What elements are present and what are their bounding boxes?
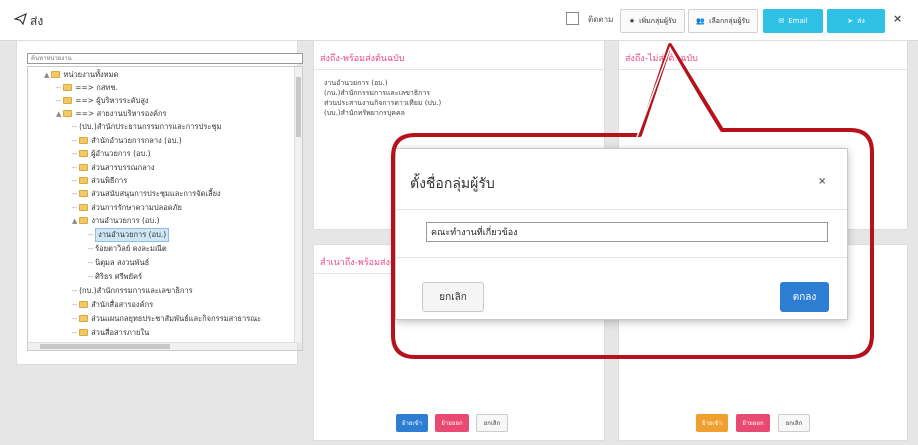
tree-item[interactable]: -- สำนักสื่อสารองค์กร bbox=[72, 298, 153, 311]
dialog-title: ตั้งชื่อกลุ่มผู้รับ bbox=[410, 176, 495, 192]
panel-title: ส่งถึง-ไม่ส่งต้นฉบับ bbox=[625, 54, 698, 64]
add-recipient-group-button[interactable]: ★ เพิ่มกลุ่มผู้รับ bbox=[620, 9, 685, 33]
move-out-button[interactable]: ย้ายออก bbox=[736, 414, 770, 432]
tree-item[interactable]: ▲ หน่วยงานทั้งหมด bbox=[44, 68, 118, 81]
folder-icon bbox=[63, 97, 73, 104]
move-in-button[interactable]: ย้ายเข้า bbox=[396, 414, 428, 432]
cancel-button[interactable]: ยกเลิก bbox=[476, 414, 508, 432]
tree-item[interactable]: -- ส่วนสนับสนุนการประชุมและการจัดเลี้ยง bbox=[72, 187, 221, 200]
move-in-button[interactable]: ย้ายเข้า bbox=[696, 414, 728, 432]
folder-icon bbox=[51, 71, 61, 78]
folder-icon bbox=[79, 137, 89, 144]
tree-item[interactable]: -- (ปบ.)สำนักประธานกรรมการและการประชุม bbox=[72, 120, 221, 133]
page-title: ส่ง bbox=[30, 14, 44, 28]
tree-item[interactable]: ▲ งานอำนวยการ (อบ.) bbox=[72, 214, 160, 227]
folder-icon bbox=[79, 301, 89, 308]
folder-icon bbox=[79, 315, 89, 322]
close-icon[interactable]: × bbox=[818, 176, 826, 187]
organization-tree-panel: ▲หน่วยงานทั้งหมด --==> กสทช. --==> ผู้บร… bbox=[16, 40, 303, 365]
recipient-list: งานอำนวยการ (อบ.) (กบ.)สำนักกรรมการและเล… bbox=[324, 78, 441, 118]
folder-icon bbox=[63, 110, 73, 117]
tree-item-selected[interactable]: -- งานอำนวยการ (อบ.) bbox=[88, 227, 170, 242]
tree-item[interactable]: -- ศิริธร ศรีพยัคร์ bbox=[88, 270, 142, 283]
panel-title: ส่งถึง-พร้อมส่งต้นฉบับ bbox=[320, 54, 405, 64]
tree-search-input[interactable] bbox=[27, 53, 303, 64]
users-icon: 👥 bbox=[696, 17, 706, 25]
tree-item[interactable]: -- ส่วนแผนกลยุทธประชาสัมพันธ์และกิจกรรมสา… bbox=[72, 312, 261, 325]
tree-item[interactable]: -- ส่วนสื่อสารภายใน bbox=[72, 326, 149, 339]
dialog-ok-button[interactable]: ตกลง bbox=[780, 282, 829, 312]
top-toolbar: ส่ง ติดตาม ★ เพิ่มกลุ่มผู้รับ 👥 เลือกกลุ… bbox=[0, 0, 918, 41]
list-item[interactable]: ส่วนประสานงานกิจการดาวเทียม (ปบ.) bbox=[324, 98, 441, 108]
tree-item[interactable]: -- สำนักอำนวยการกลาง (อบ.) bbox=[72, 134, 182, 147]
recipient-group-name-dialog: ตั้งชื่อกลุ่มผู้รับ × ยกเลิก ตกลง bbox=[395, 148, 848, 320]
folder-icon bbox=[79, 177, 89, 184]
envelope-icon: ✉ bbox=[778, 17, 785, 25]
dialog-cancel-button[interactable]: ยกเลิก bbox=[422, 282, 484, 312]
folder-icon bbox=[79, 164, 89, 171]
tree-vertical-scrollbar[interactable] bbox=[294, 67, 302, 343]
folder-icon bbox=[63, 84, 73, 91]
organization-tree: ▲ หน่วยงานทั้งหมด -- ==> กสทช. -- ==> ผู้บร… bbox=[27, 66, 303, 351]
tree-item[interactable]: -- นิตุมล สงวนพันธ์ bbox=[88, 256, 149, 269]
tree-item[interactable]: -- ผู้อำนวยการ (อบ.) bbox=[72, 147, 151, 160]
group-name-input[interactable] bbox=[426, 222, 828, 242]
folder-icon bbox=[79, 204, 89, 211]
move-out-button[interactable]: ย้ายออก bbox=[435, 414, 469, 432]
folder-icon bbox=[79, 150, 89, 157]
folder-icon bbox=[79, 217, 89, 224]
tree-item[interactable]: -- ส่วนพิธีการ bbox=[72, 174, 127, 187]
send-button[interactable]: ➤ ส่ง bbox=[827, 9, 885, 33]
email-button[interactable]: ✉ Email bbox=[763, 9, 823, 33]
folder-icon bbox=[79, 329, 89, 336]
close-icon[interactable]: × bbox=[893, 12, 902, 25]
tree-item[interactable]: -- ==> ผู้บริหารระดับสูง bbox=[56, 94, 149, 107]
send-icon bbox=[14, 13, 27, 25]
list-item[interactable]: (กบ.)สำนักกรรมการและเลขาธิการ bbox=[324, 88, 441, 98]
tree-item[interactable]: -- (กบ.)สำนักกรรมการและเลขาธิการ bbox=[72, 284, 193, 297]
tree-horizontal-scrollbar[interactable] bbox=[28, 342, 297, 350]
cancel-button[interactable]: ยกเลิก bbox=[778, 414, 810, 432]
tree-item[interactable]: -- ร้อยตาวิลย์ คงละมณีต bbox=[88, 242, 167, 255]
tree-item[interactable]: -- ==> กสทช. bbox=[56, 81, 118, 94]
list-item[interactable]: งานอำนวยการ (อบ.) bbox=[324, 78, 441, 88]
folder-icon bbox=[79, 190, 89, 197]
tree-item[interactable]: -- ส่วนการรักษาความปลอดภัย bbox=[72, 201, 182, 214]
send-icon: ➤ bbox=[847, 17, 854, 25]
follow-checkbox[interactable] bbox=[566, 12, 579, 25]
choose-recipient-group-button[interactable]: 👥 เลือกกลุ่มผู้รับ bbox=[688, 9, 758, 33]
star-icon: ★ bbox=[628, 17, 636, 25]
list-item[interactable]: (บบ.)สำนักทรัพยากรบุคคล bbox=[324, 108, 441, 118]
tree-item[interactable]: ▲ ==> สายงานบริหารองค์กร bbox=[56, 107, 167, 120]
tree-item[interactable]: -- ส่วนสารบรรณกลาง bbox=[72, 161, 155, 174]
follow-label: ติดตาม bbox=[588, 15, 614, 24]
